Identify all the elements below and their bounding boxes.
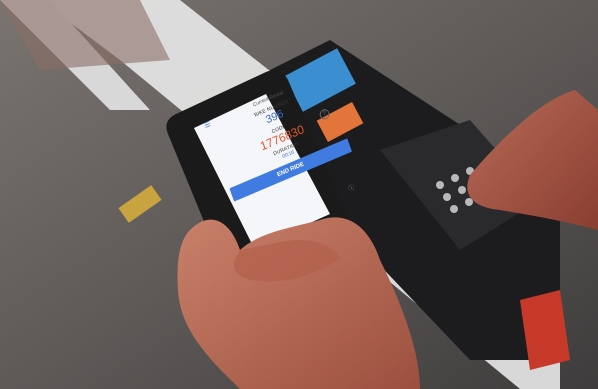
photo-scene: ☰ Current Rental BIKE NUMBER 396 CODE 17… bbox=[0, 0, 598, 389]
info-icon[interactable]: ⓘ bbox=[347, 182, 356, 193]
menu-icon[interactable]: ☰ bbox=[203, 120, 212, 130]
